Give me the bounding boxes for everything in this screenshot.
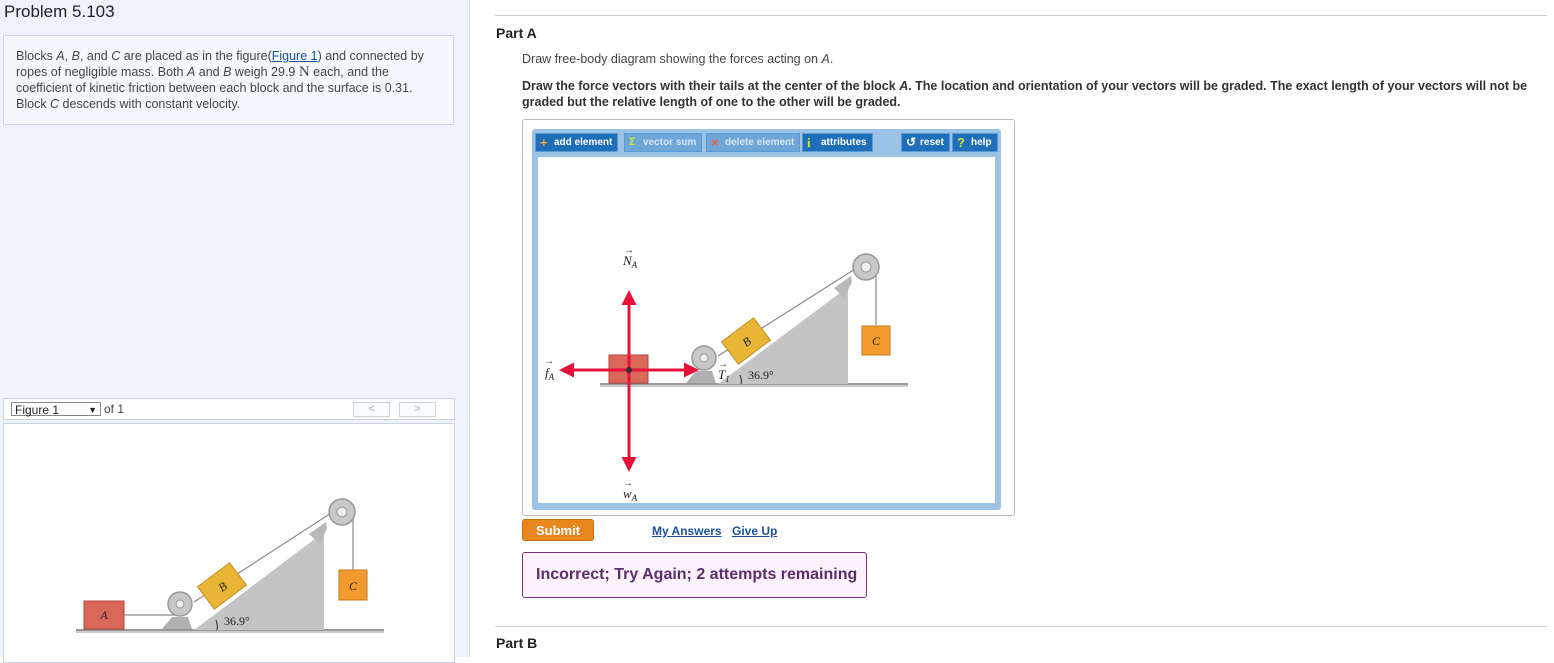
reset-icon: ↺ [906,135,917,149]
normal-arrow-accent: → [624,245,634,256]
canvas-angle-label: 36.9° [748,368,774,382]
canvas-block-c-label: C [872,334,881,348]
help-icon: ? [957,135,965,150]
vector-drawing-tool: + add element Σvector sum × delete element… [522,119,1015,516]
reset-button[interactable]: ↺ reset [901,133,950,152]
figure-navigation: Figure 1 ▼ of 1 < > [3,398,455,420]
close-icon: × [711,135,719,150]
figure-count: of 1 [104,402,125,416]
figure-panel: A B C 36.9° [3,423,455,663]
block-c-label: C [349,579,358,593]
tension-arrow-accent: → [718,359,728,370]
friction-label: fA [545,365,555,382]
fbd-canvas-svg[interactable]: B C 36.9° NA → fA → T1 → wA → [538,157,995,503]
prev-figure-button[interactable]: < [353,402,390,417]
dropdown-arrow-icon: ▼ [88,405,97,415]
block-a-label: A [99,608,108,622]
add-element-button[interactable]: + add element [535,133,619,152]
sigma-icon: Σ [629,136,636,148]
vector-origin [626,367,632,373]
submit-button[interactable]: Submit [522,519,594,541]
angle-label: 36.9° [224,614,250,628]
my-answers-link[interactable]: My Answers [652,524,722,538]
part-a-grading-note: Draw the force vectors with their tails … [522,79,1528,109]
part-a-instruction: Draw free-body diagram showing the force… [522,52,834,66]
info-icon: i [807,135,811,150]
give-up-link[interactable]: Give Up [732,524,777,538]
pulley-stand [162,617,192,629]
next-figure-button[interactable]: > [399,402,436,417]
plus-icon: + [540,135,548,150]
help-button[interactable]: ? help [952,133,998,152]
divider-bottom [495,626,1547,627]
divider-top [495,15,1547,16]
figure-link[interactable]: Figure 1 [272,49,318,63]
part-b-label: Part B [496,635,538,651]
weight-arrow-accent: → [623,478,633,489]
feedback-message: Incorrect; Try Again; 2 attempts remaini… [522,552,867,598]
problem-statement: Blocks A, B, and C are placed as in the … [3,35,454,125]
problem-title: Problem 5.103 [4,2,115,21]
vector-sum-button[interactable]: Σvector sum [624,133,703,152]
figure-1-diagram: A B C 36.9° [76,498,384,633]
problem-pane: Problem 5.103 Blocks A, B, and C are pla… [0,0,470,663]
drawing-canvas[interactable]: B C 36.9° NA → fA → T1 → wA → [538,157,995,503]
attributes-button[interactable]: i attributes [802,133,873,152]
delete-element-button[interactable]: × delete element [706,133,801,152]
friction-arrow-accent: → [544,356,554,367]
figure-select[interactable]: Figure 1 ▼ [11,402,101,417]
part-a-label: Part A [496,25,537,41]
